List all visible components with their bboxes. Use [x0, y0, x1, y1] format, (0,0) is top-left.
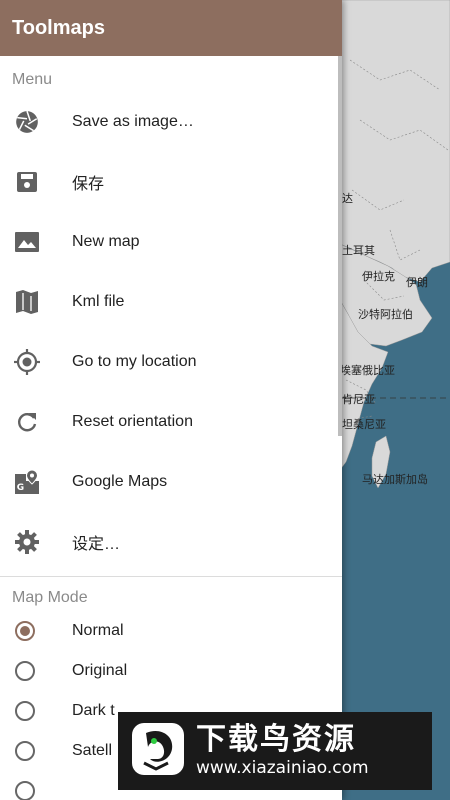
gear-icon [12, 527, 42, 557]
refresh-icon [12, 407, 42, 437]
save-item[interactable]: 保存 [0, 152, 342, 212]
map-mode-option-label: Satell [72, 742, 113, 759]
new-map-item[interactable]: New map [0, 212, 342, 272]
map-label: 马达加斯加岛 [362, 473, 428, 486]
menu-item-label: Go to my location [72, 353, 197, 370]
settings-item[interactable]: 设定… [0, 512, 342, 572]
radio-button[interactable] [15, 701, 35, 721]
google-maps-item[interactable]: G Google Maps [0, 452, 342, 512]
map-label: 达 [342, 192, 353, 205]
bird-logo-icon [130, 719, 186, 784]
menu-list: Save as image… 保存 New map Kml file Go to… [0, 92, 342, 572]
map-label: 沙特阿拉伯 [358, 308, 413, 321]
navigation-drawer: Toolmaps Menu Save as image… 保存 New map … [0, 0, 342, 800]
menu-item-label: Reset orientation [72, 413, 193, 430]
map-mode-option-original[interactable]: Original [0, 651, 342, 691]
map-label: 土耳其 [342, 244, 375, 257]
watermark-title: 下载鸟资源 [196, 722, 356, 757]
map-mode-option-label: Original [72, 662, 128, 679]
drawer-scrollbar[interactable] [338, 56, 342, 436]
watermark-banner: 下载鸟资源 www.xiazainiao.com [118, 712, 432, 790]
kml-file-item[interactable]: Kml file [0, 272, 342, 332]
menu-item-label: 保存 [72, 176, 105, 193]
land-eurasia [339, 0, 450, 283]
map-label: 肯尼亚 [342, 393, 375, 406]
map-mode-option-label: Dark t [72, 702, 115, 719]
camera-shutter-icon [12, 107, 42, 137]
image-icon [12, 227, 42, 257]
svg-text:G: G [17, 483, 24, 493]
menu-item-label: Save as image… [72, 113, 194, 130]
watermark-text: 下载鸟资源 www.xiazainiao.com [196, 723, 369, 779]
map-label: 伊拉克 [362, 270, 395, 283]
google-maps-icon: G [12, 467, 42, 497]
menu-item-label: Google Maps [72, 473, 168, 490]
map-mode-section-header: Map Mode [12, 589, 88, 606]
screen: 达 土耳其 伊拉克 伊朗 沙特阿拉伯 埃塞俄比亚 肯尼亚 坦桑尼亚 马达加斯加岛… [0, 0, 450, 800]
map-label: 埃塞俄比亚 [340, 364, 395, 377]
menu-item-label: 设定… [72, 536, 121, 553]
my-location-icon [12, 347, 42, 377]
map-icon [12, 287, 42, 317]
radio-button[interactable] [15, 741, 35, 761]
go-to-location-item[interactable]: Go to my location [0, 332, 342, 392]
menu-item-label: New map [72, 233, 140, 250]
radio-dot [20, 626, 30, 636]
app-title: Toolmaps [12, 16, 105, 39]
radio-button[interactable] [15, 661, 35, 681]
save-as-image-item[interactable]: Save as image… [0, 92, 342, 152]
radio-button-checked[interactable] [15, 621, 35, 641]
watermark-url: www.xiazainiao.com [196, 758, 369, 778]
map-mode-option-label: Normal [72, 622, 124, 639]
reset-orientation-item[interactable]: Reset orientation [0, 392, 342, 452]
save-icon [12, 167, 42, 197]
map-label: 伊朗 [406, 276, 428, 289]
map-label: 坦桑尼亚 [342, 418, 386, 431]
radio-button[interactable] [15, 781, 35, 800]
map-mode-option-normal[interactable]: Normal [0, 611, 342, 651]
drawer-header: Toolmaps [0, 0, 342, 56]
menu-item-label: Kml file [72, 293, 125, 310]
menu-section-header: Menu [12, 71, 53, 88]
